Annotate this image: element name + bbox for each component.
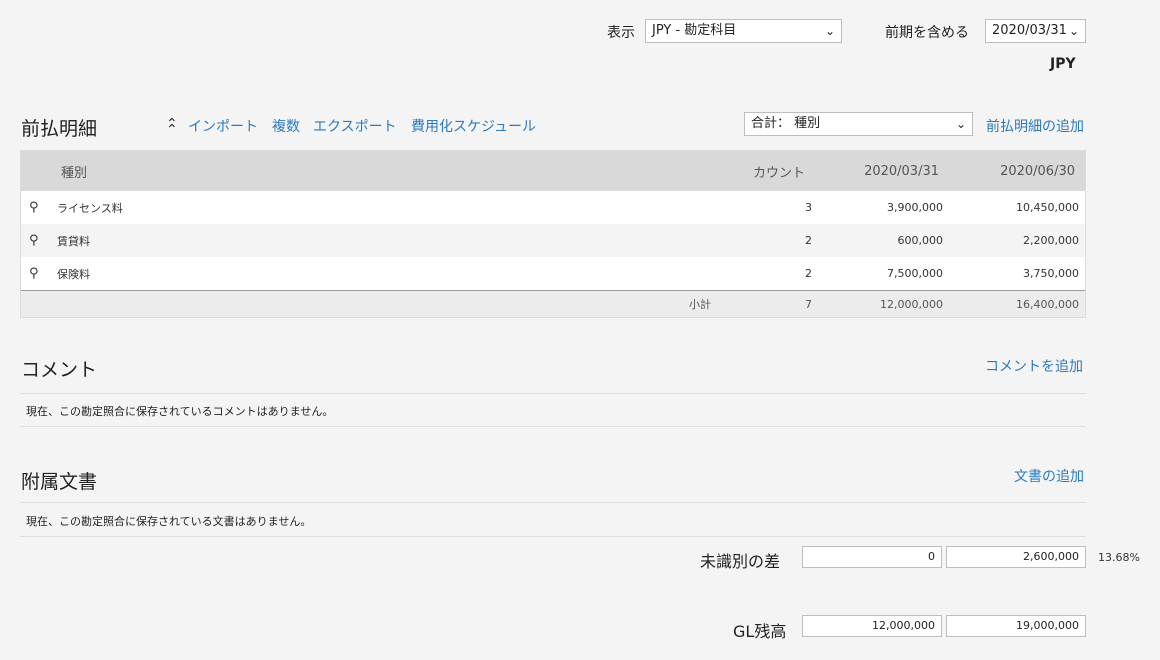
prepaid-table: 種別 カウント 2020/03/31 2020/06/30 ⚲ ライセンス料 3… <box>20 150 1086 318</box>
amortization-schedule-link[interactable]: 費用化スケジュール <box>411 116 536 136</box>
gl-v1-field[interactable]: 12,000,000 <box>802 615 942 637</box>
multiple-link[interactable]: 複数 <box>272 116 300 136</box>
row-count: 3 <box>805 201 812 214</box>
col-date1[interactable]: 2020/03/31 <box>864 151 939 191</box>
subtotal-count: 7 <box>805 297 812 311</box>
chevron-down-icon: ⌄ <box>955 117 966 131</box>
summary-select-value: 合計： 種別 <box>751 116 821 131</box>
magnifier-icon[interactable]: ⚲ <box>29 224 39 257</box>
row-v1: 600,000 <box>897 234 944 247</box>
gl-v2-field[interactable]: 19,000,000 <box>946 615 1086 637</box>
unidentified-percent: 13.68% <box>1098 551 1140 564</box>
summary-select[interactable]: 合計： 種別 ⌄ <box>744 112 973 136</box>
currency-label: JPY <box>1050 56 1076 72</box>
attachments-title: 附属文書 <box>21 471 98 493</box>
magnifier-icon[interactable]: ⚲ <box>29 191 39 224</box>
import-link[interactable]: インポート <box>188 116 258 136</box>
include-prior-select[interactable]: 2020/03/31 ⌄ <box>985 19 1086 43</box>
attachments-empty-text: 現在、この勘定照合に保存されている文書はありません。 <box>26 515 312 528</box>
display-label: 表示 <box>607 25 635 41</box>
include-prior-label: 前期を含める <box>885 25 969 41</box>
subtotal-v2: 16,400,000 <box>1016 297 1079 311</box>
divider <box>20 393 1086 394</box>
table-row[interactable]: ⚲ ライセンス料 3 3,900,000 10,450,000 <box>21 191 1085 224</box>
unidentified-v2-field[interactable]: 2,600,000 <box>946 546 1086 568</box>
divider <box>20 536 1086 537</box>
display-select[interactable]: JPY - 勘定科目 ⌄ <box>645 19 842 43</box>
table-header: 種別 カウント 2020/03/31 2020/06/30 <box>21 151 1085 191</box>
chevron-down-icon: ⌄ <box>824 24 835 38</box>
subtotal-row: 小計 7 12,000,000 16,400,000 <box>21 290 1085 317</box>
table-row[interactable]: ⚲ 保険料 2 7,500,000 3,750,000 <box>21 257 1085 290</box>
double-chevron-up-icon-2: ⌃ <box>166 122 178 138</box>
col-count[interactable]: カウント <box>753 151 805 191</box>
magnifier-icon[interactable]: ⚲ <box>29 257 39 290</box>
add-prepaid-link[interactable]: 前払明細の追加 <box>986 116 1084 136</box>
subtotal-v1: 12,000,000 <box>880 297 943 311</box>
comments-empty-text: 現在、この勘定照合に保存されているコメントはありません。 <box>26 405 334 418</box>
col-type[interactable]: 種別 <box>61 151 87 191</box>
prepaid-title: 前払明細 <box>21 118 98 140</box>
row-count: 2 <box>805 234 812 247</box>
chevron-down-icon: ⌄ <box>1068 24 1079 38</box>
row-v1: 3,900,000 <box>887 201 943 214</box>
row-count: 2 <box>805 267 812 280</box>
row-type: 保険料 <box>57 267 90 281</box>
gl-balance-label: GL残高 <box>733 622 787 641</box>
col-date2[interactable]: 2020/06/30 <box>1000 151 1075 191</box>
row-type: ライセンス料 <box>57 201 123 215</box>
add-document-link[interactable]: 文書の追加 <box>1014 466 1084 486</box>
row-v2: 3,750,000 <box>1023 267 1079 280</box>
add-comment-link[interactable]: コメントを追加 <box>985 356 1083 376</box>
subtotal-label: 小計 <box>689 298 711 311</box>
comments-title: コメント <box>21 359 98 381</box>
include-prior-value: 2020/03/31 <box>992 23 1067 38</box>
row-v2: 10,450,000 <box>1016 201 1079 214</box>
divider <box>20 502 1086 503</box>
row-type: 賃貸料 <box>57 234 90 248</box>
row-v1: 7,500,000 <box>887 267 943 280</box>
row-v2: 2,200,000 <box>1023 234 1079 247</box>
unidentified-diff-label: 未識別の差 <box>700 552 781 571</box>
divider <box>20 426 1086 427</box>
unidentified-v1-field[interactable]: 0 <box>802 546 942 568</box>
table-row[interactable]: ⚲ 賃貸料 2 600,000 2,200,000 <box>21 224 1085 257</box>
export-link[interactable]: エクスポート <box>313 116 397 136</box>
display-select-value: JPY - 勘定科目 <box>652 23 737 38</box>
